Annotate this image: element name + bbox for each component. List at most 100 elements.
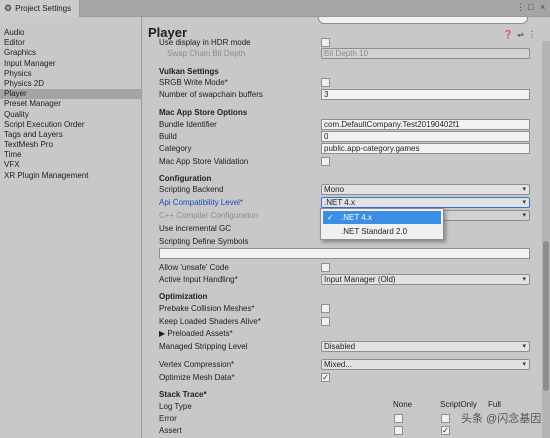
assert-script-only-radio[interactable]: ✓ [441,426,450,435]
configuration-header: Configuration [159,174,212,183]
api-compat-value: .NET 4.x [324,198,355,207]
sidebar-item-quality[interactable]: Quality [0,110,141,120]
keep-shaders-label: Keep Loaded Shaders Alive* [159,317,261,326]
sidebar-item-xr-plugin-management[interactable]: XR Plugin Management [0,171,141,181]
validation-checkbox[interactable] [321,157,330,166]
srgb-checkbox[interactable] [321,78,330,87]
define-symbols-field[interactable] [159,248,530,259]
gear-icon: ⚙ [4,3,13,13]
error-none-radio[interactable] [394,414,403,423]
col-script-only: ScriptOnly [440,400,477,409]
prebake-row: Prebake Collision Meshes* [159,303,530,315]
incremental-gc-label: Use incremental GC [159,224,232,233]
build-field[interactable]: 0 [321,131,530,142]
maximize-icon[interactable]: □ [528,2,533,12]
api-option-net-standard-label: .NET Standard 2.0 [341,227,408,236]
category-label: Category [159,144,192,153]
assert-none-radio[interactable] [394,426,403,435]
input-handling-label: Active Input Handling* [159,275,238,284]
stripping-level-row: Managed Stripping Level Disabled ▾ [159,341,530,353]
swap-chain-label: Swap Chain Bit Depth [167,49,246,58]
bundle-field[interactable]: com.DefaultCompany.Test20190402f1 [321,119,530,130]
assert-label: Assert [159,426,182,435]
sidebar-item-input-manager[interactable]: Input Manager [0,59,141,69]
keep-shaders-checkbox[interactable] [321,317,330,326]
optimize-mesh-label: Optimize Mesh Data* [159,373,235,382]
keep-shaders-row: Keep Loaded Shaders Alive* [159,316,530,328]
category-field[interactable]: public.app-category.games [321,143,530,154]
input-handling-row: Active Input Handling* Input Manager (Ol… [159,274,530,286]
stripping-level-label: Managed Stripping Level [159,342,248,351]
sidebar-item-tags-and-layers[interactable]: Tags and Layers [0,130,141,140]
swap-chain-dropdown: Bit Depth 10 [321,48,530,59]
unsafe-code-checkbox[interactable] [321,263,330,272]
sidebar-item-time[interactable]: Time [0,150,141,160]
vulkan-header: Vulkan Settings [159,67,219,76]
api-compat-label: Api Compatibility Level* [159,198,244,207]
swapchain-buffers-field[interactable]: 3 [321,89,530,100]
assert-row: Assert ✓ [159,425,530,437]
api-option-net-standard[interactable]: .NET Standard 2.0 [323,225,441,238]
input-handling-value: Input Manager (Old) [324,275,396,284]
validation-label: Mac App Store Validation [159,157,249,166]
bundle-row: Bundle Identifier com.DefaultCompany.Tes… [159,119,530,131]
check-icon: ✓ [327,213,334,222]
chevron-down-icon: ▾ [522,343,526,350]
sidebar-item-preset-manager[interactable]: Preset Manager [0,99,141,109]
log-type-label: Log Type [159,402,192,411]
close-icon[interactable]: × [540,2,545,12]
sidebar-item-textmesh-pro[interactable]: TextMesh Pro [0,140,141,150]
mac-app-store-header: Mac App Store Options [159,108,248,117]
swap-chain-value: Bit Depth 10 [324,49,369,58]
optimize-mesh-row: Optimize Mesh Data* ✓ [159,372,530,384]
input-handling-dropdown[interactable]: Input Manager (Old) ▾ [321,274,530,285]
vertex-compression-value: Mixed... [324,360,353,369]
sidebar-item-player[interactable]: Player [0,89,141,100]
prebake-checkbox[interactable] [321,304,330,313]
srgb-row: SRGB Write Mode* [159,77,530,89]
sidebar-item-editor[interactable]: Editor [0,38,141,48]
category-row: Category public.app-category.games [159,143,530,155]
vertex-compression-row: Vertex Compression* Mixed... ▾ [159,359,530,371]
tab-project-settings[interactable]: ⚙ Project Settings [0,0,80,17]
vertex-compression-dropdown[interactable]: Mixed... ▾ [321,359,530,370]
col-full: Full [488,400,501,409]
validation-row: Mac App Store Validation [159,156,530,168]
tab-title: Project Settings [15,4,72,13]
sidebar-item-graphics[interactable]: Graphics [0,48,141,58]
unsafe-code-row: Allow 'unsafe' Code [159,262,530,274]
window-menu-icon[interactable]: ⋮ [516,2,525,13]
api-compat-dropdown[interactable]: .NET 4.x ▾ [321,197,530,208]
preloaded-assets-foldout[interactable]: ▶ Preloaded Assets* [159,329,233,338]
srgb-label: SRGB Write Mode* [159,78,228,87]
error-script-only-radio[interactable] [441,414,450,423]
chevron-down-icon: ▾ [522,186,526,193]
stack-trace-header: Stack Trace* [159,390,207,399]
api-option-net4x[interactable]: ✓ .NET 4.x [323,211,441,224]
sidebar-item-audio[interactable]: Audio [0,28,141,38]
stripping-level-value: Disabled [324,342,356,351]
hdr-mode-checkbox[interactable] [321,38,330,47]
sidebar-item-script-execution-order[interactable]: Script Execution Order [0,120,141,130]
error-label: Error [159,414,177,423]
preloaded-assets-row[interactable]: ▶ Preloaded Assets* [159,328,530,340]
build-row: Build 0 [159,131,530,143]
bundle-label: Bundle Identifier [159,120,217,129]
hdr-mode-label: Use display in HDR mode [159,38,251,47]
sidebar-item-physics[interactable]: Physics [0,69,141,79]
stripping-level-dropdown[interactable]: Disabled ▾ [321,341,530,352]
search-input[interactable] [318,17,528,24]
api-compat-popup: ✓ .NET 4.x .NET Standard 2.0 [320,208,444,240]
chevron-down-icon: ▾ [522,361,526,368]
cpp-compiler-label: C++ Compiler Configuration [159,211,259,220]
optimize-mesh-checkbox[interactable]: ✓ [321,373,330,382]
scripting-backend-dropdown[interactable]: Mono ▾ [321,184,530,195]
sidebar-item-vfx[interactable]: VFX [0,160,141,170]
prebake-label: Prebake Collision Meshes* [159,304,255,313]
sidebar-item-physics-2d[interactable]: Physics 2D [0,79,141,89]
chevron-down-icon: ▾ [522,276,526,283]
optimization-header: Optimization [159,292,208,301]
scripting-backend-value: Mono [324,185,345,194]
scrollbar-thumb[interactable] [543,241,549,391]
scrollbar[interactable] [542,41,550,438]
